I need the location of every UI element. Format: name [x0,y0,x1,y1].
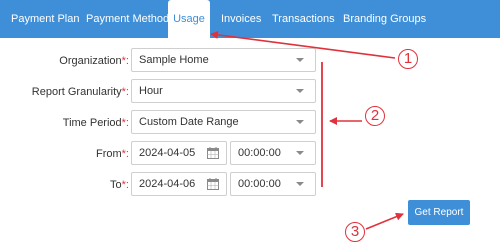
annotation-number-2: 2 [365,106,385,126]
annotation-overlay [210,30,404,230]
annotation-number-3: 3 [345,222,365,242]
annotation-arrow-3 [365,212,404,230]
annotation-arrow-1 [210,30,396,59]
annotation-number-1: 1 [398,49,418,69]
